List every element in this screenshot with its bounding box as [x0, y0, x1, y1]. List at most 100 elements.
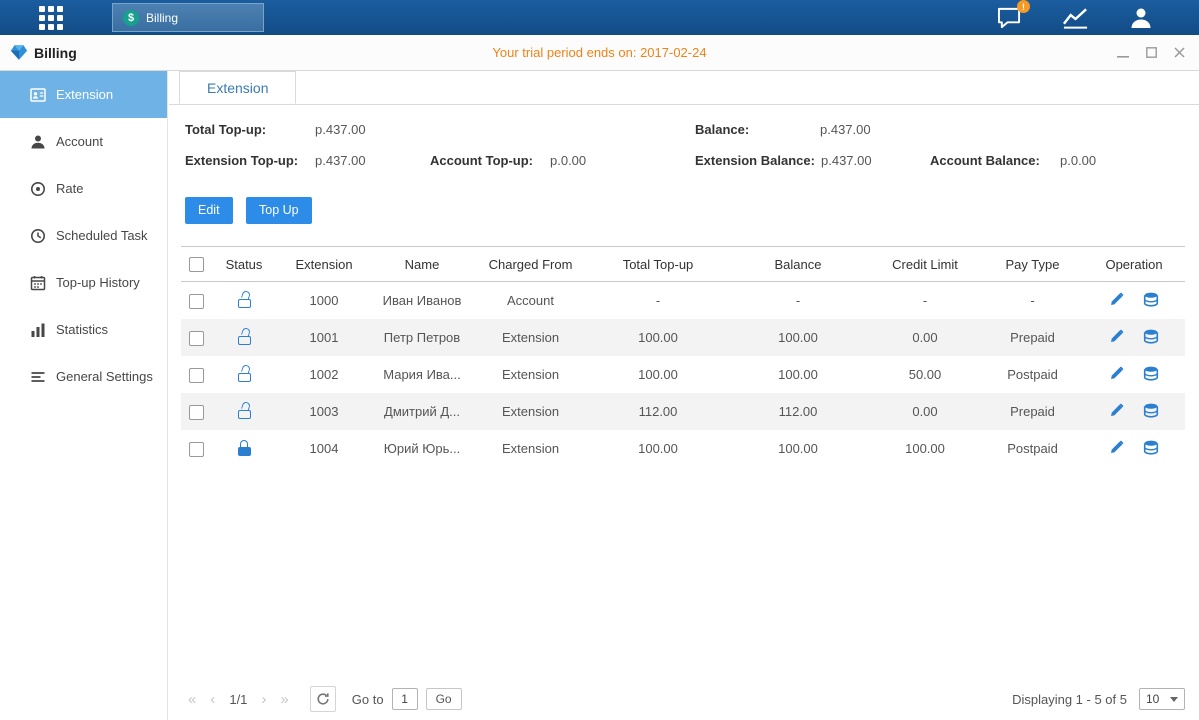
col-pay-type: Pay Type [982, 247, 1083, 282]
page-size-select[interactable]: 10 [1139, 688, 1185, 710]
top-up-coins-icon[interactable] [1143, 366, 1159, 384]
apps-grid-icon[interactable] [38, 5, 64, 31]
trial-notice: Your trial period ends on: 2017-02-24 [0, 35, 1199, 70]
goto-page-input[interactable] [392, 688, 418, 710]
col-extension: Extension [277, 247, 371, 282]
top-up-button[interactable]: Top Up [246, 197, 312, 224]
sidebar-item-general-settings[interactable]: General Settings [0, 353, 167, 400]
table-row[interactable]: 1003 Дмитрий Д... Extension 112.00 112.0… [181, 393, 1185, 430]
top-up-coins-icon[interactable] [1143, 329, 1159, 347]
charged-from-cell: Account [473, 282, 588, 320]
prev-page-icon[interactable]: ‹ [210, 691, 215, 708]
row-checkbox[interactable] [189, 442, 204, 457]
pay-type-cell: Postpaid [982, 430, 1083, 467]
minimize-button[interactable] [1117, 47, 1129, 59]
col-credit-limit: Credit Limit [868, 247, 982, 282]
main-content: Extension Total Top-up: p.437.00 Balance… [169, 71, 1199, 720]
row-checkbox[interactable] [189, 405, 204, 420]
billing-summary: Total Top-up: p.437.00 Balance: p.437.00… [169, 105, 1199, 197]
tab-extension[interactable]: Extension [179, 71, 296, 104]
table-row[interactable]: 1001 Петр Петров Extension 100.00 100.00… [181, 319, 1185, 356]
go-button[interactable]: Go [426, 688, 462, 710]
dollar-icon: $ [123, 10, 139, 26]
select-all-checkbox[interactable] [189, 257, 204, 272]
balance-cell: 100.00 [728, 356, 868, 393]
edit-button[interactable]: Edit [185, 197, 233, 224]
edit-pencil-icon[interactable] [1109, 403, 1124, 421]
bar-chart-icon [30, 322, 46, 338]
messages-icon[interactable]: ! [997, 6, 1022, 29]
edit-pencil-icon[interactable] [1109, 292, 1124, 310]
col-operation: Operation [1083, 247, 1185, 282]
row-checkbox[interactable] [189, 294, 204, 309]
next-page-icon[interactable]: › [261, 691, 266, 708]
chevron-down-icon [1170, 697, 1178, 702]
credit-limit-cell: - [868, 282, 982, 320]
charged-from-cell: Extension [473, 393, 588, 430]
pagination-bar: « ‹ 1/1 › » Go to Go Displaying 1 - 5 of… [181, 686, 1185, 712]
sidebar-item-statistics[interactable]: Statistics [0, 306, 167, 353]
sidebar-item-topup-history[interactable]: Top-up History [0, 259, 167, 306]
row-checkbox[interactable] [189, 368, 204, 383]
topbar-tab-label: Billing [146, 11, 178, 25]
last-page-icon[interactable]: » [280, 691, 288, 708]
edit-pencil-icon[interactable] [1109, 366, 1124, 384]
table-header-row: Status Extension Name Charged From Total… [181, 247, 1185, 282]
top-up-coins-icon[interactable] [1143, 440, 1159, 458]
total-topup-value: p.437.00 [315, 122, 366, 137]
sidebar-item-extension[interactable]: Extension [0, 71, 167, 118]
account-balance-label: Account Balance: [930, 153, 1040, 168]
total-topup-cell: 100.00 [588, 430, 728, 467]
col-total-topup: Total Top-up [588, 247, 728, 282]
extension-balance-value: p.437.00 [821, 153, 872, 168]
account-icon [30, 134, 46, 150]
balance-value: p.437.00 [820, 122, 871, 137]
sidebar-item-account[interactable]: Account [0, 118, 167, 165]
top-up-coins-icon[interactable] [1143, 292, 1159, 310]
table-row[interactable]: 1004 Юрий Юрь... Extension 100.00 100.00… [181, 430, 1185, 467]
extension-cell: 1003 [277, 393, 371, 430]
col-balance: Balance [728, 247, 868, 282]
refresh-button[interactable] [310, 686, 336, 712]
close-button[interactable] [1174, 47, 1185, 58]
topbar-tab-billing[interactable]: $ Billing [112, 3, 264, 32]
sidebar-item-rate[interactable]: Rate [0, 165, 167, 212]
credit-limit-cell: 100.00 [868, 430, 982, 467]
extension-icon [30, 87, 46, 103]
sidebar-item-scheduled-task[interactable]: Scheduled Task [0, 212, 167, 259]
extension-topup-value: p.437.00 [315, 153, 366, 168]
calendar-icon [30, 275, 46, 291]
extension-cell: 1004 [277, 430, 371, 467]
edit-pencil-icon[interactable] [1109, 329, 1124, 347]
maximize-button[interactable] [1146, 47, 1157, 58]
reports-chart-icon[interactable] [1062, 7, 1089, 29]
col-charged-from: Charged From [473, 247, 588, 282]
balance-label: Balance: [695, 122, 749, 137]
pay-type-cell: - [982, 282, 1083, 320]
row-checkbox[interactable] [189, 331, 204, 346]
name-cell: Петр Петров [371, 319, 473, 356]
window-title: Billing [10, 35, 77, 70]
edit-pencil-icon[interactable] [1109, 440, 1124, 458]
refresh-icon [316, 692, 330, 706]
top-up-coins-icon[interactable] [1143, 403, 1159, 421]
goto-label: Go to [352, 692, 384, 707]
table-row[interactable]: 1002 Мария Ива... Extension 100.00 100.0… [181, 356, 1185, 393]
status-lock-icon [236, 403, 253, 420]
first-page-icon[interactable]: « [188, 691, 196, 708]
status-lock-icon [236, 440, 253, 457]
table-row[interactable]: 1000 Иван Иванов Account - - - - [181, 282, 1185, 320]
credit-limit-cell: 0.00 [868, 319, 982, 356]
sidebar: Extension Account Rate Scheduled Task To… [0, 71, 168, 720]
status-lock-icon [236, 329, 253, 346]
settings-lines-icon [30, 369, 46, 385]
status-lock-icon [236, 366, 253, 383]
user-account-icon[interactable] [1129, 6, 1153, 30]
balance-cell: 100.00 [728, 430, 868, 467]
extension-table-body: 1000 Иван Иванов Account - - - - [181, 282, 1185, 468]
col-name: Name [371, 247, 473, 282]
credit-limit-cell: 50.00 [868, 356, 982, 393]
sidebar-item-label: Scheduled Task [56, 228, 148, 243]
balance-cell: 112.00 [728, 393, 868, 430]
sidebar-item-label: General Settings [56, 369, 153, 384]
